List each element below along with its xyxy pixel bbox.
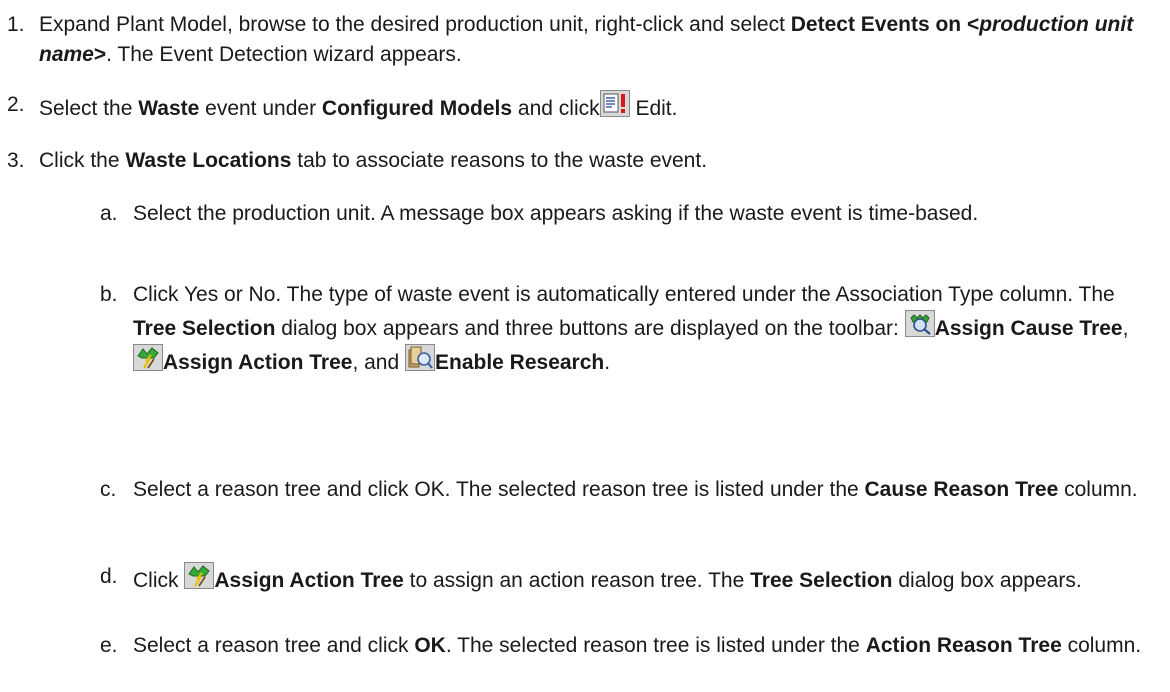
substep-letter: c. xyxy=(100,478,117,501)
substep-text: Click Assign Action Tree to assign an ac… xyxy=(133,562,1156,596)
substep-text: Click Yes or No. The type of waste event… xyxy=(133,283,1129,374)
substep-letter: d. xyxy=(100,565,118,588)
substep-text: Select the production unit. A message bo… xyxy=(133,202,979,225)
step-1: 1. Expand Plant Model, browse to the des… xyxy=(0,10,1156,70)
step-text: Select the Waste event under Configured … xyxy=(39,90,1156,124)
substep-letter: a. xyxy=(100,202,118,225)
assign-cause-tree-icon xyxy=(904,310,935,337)
substep-letter: e. xyxy=(100,634,118,657)
step-2: 2. Select the Waste event under Configur… xyxy=(0,90,1156,124)
step-text: Expand Plant Model, browse to the desire… xyxy=(39,13,1134,66)
substep-text: Select a reason tree and click OK. The s… xyxy=(133,634,1142,657)
step-number: 2. xyxy=(7,93,25,116)
step-number: 3. xyxy=(7,149,25,172)
step-text: Click the Waste Locations tab to associa… xyxy=(39,149,708,172)
substep-b: b. Click Yes or No. The type of waste ev… xyxy=(0,280,1156,378)
substep-e: e. Select a reason tree and click OK. Th… xyxy=(0,631,1156,661)
substep-d: d. Click Assign Action Tree to assign an… xyxy=(0,562,1156,596)
substep-letter: b. xyxy=(100,283,118,306)
edit-document-icon xyxy=(599,90,630,117)
step-3: 3. Click the Waste Locations tab to asso… xyxy=(0,146,1156,176)
substep-text: Select a reason tree and click OK. The s… xyxy=(133,478,1138,501)
substep-a: a. Select the production unit. A message… xyxy=(0,199,1156,229)
assign-action-tree-icon xyxy=(184,562,215,589)
assign-action-tree-icon xyxy=(133,344,163,371)
enable-research-icon xyxy=(404,344,435,371)
step-number: 1. xyxy=(7,13,25,36)
substep-c: c. Select a reason tree and click OK. Th… xyxy=(0,475,1156,505)
